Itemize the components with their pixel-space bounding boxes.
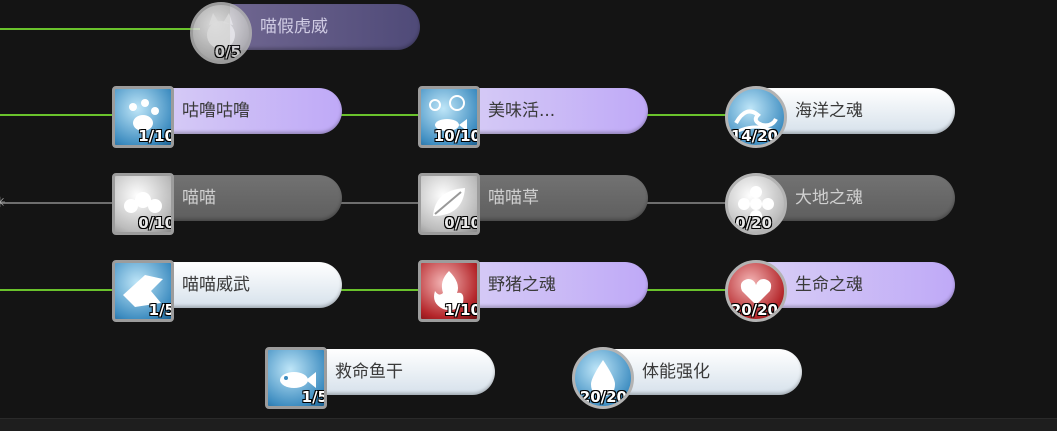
flame-boar-icon: 1/10 — [418, 260, 480, 322]
cat-face-icon: 0/5 — [190, 2, 252, 64]
skill-label: 大地之魂 — [795, 188, 863, 208]
skill-level: 0/10 — [138, 214, 174, 232]
connector-line — [0, 289, 120, 291]
skill-level: 0/20 — [735, 214, 772, 232]
connector-line — [330, 289, 430, 291]
skill-pill: 喵喵 — [152, 175, 342, 221]
skill-pill: 海洋之魂 — [765, 88, 955, 134]
connector-line — [0, 114, 120, 116]
skill-node-sheng-ming[interactable]: 生命之魂 20/20 — [725, 260, 957, 322]
skill-label: 喵喵草 — [488, 188, 539, 208]
skill-level: 1/5 — [301, 388, 327, 406]
connector-line — [640, 114, 735, 116]
connector-line — [0, 28, 200, 30]
cat-group-icon: 0/10 — [112, 173, 174, 235]
skill-pill: 喵喵草 — [458, 175, 648, 221]
sparkle-icon: ✳ — [0, 195, 6, 211]
skill-level: 0/10 — [444, 214, 480, 232]
skill-level: 1/10 — [444, 301, 480, 319]
skill-label: 野猪之魂 — [488, 275, 556, 295]
skill-label: 海洋之魂 — [795, 101, 863, 121]
roaring-cat-icon: 1/5 — [112, 260, 174, 322]
skill-pill: 喵喵威武 — [152, 262, 342, 308]
skill-label: 生命之魂 — [795, 275, 863, 295]
skill-node-da-di[interactable]: 大地之魂 0/20 — [725, 173, 957, 235]
skill-node-ye-zhu[interactable]: 野猪之魂 1/10 — [418, 260, 650, 322]
connector-line — [0, 202, 120, 204]
connector-line — [330, 114, 430, 116]
skill-level: 20/20 — [730, 301, 778, 319]
skill-pill: 救命鱼干 — [305, 349, 495, 395]
cat-paws-icon: 1/10 — [112, 86, 174, 148]
skill-level: 10/10 — [433, 127, 480, 145]
skill-label: 救命鱼干 — [335, 362, 403, 382]
skill-level: 1/10 — [138, 127, 174, 145]
connector-line — [330, 202, 430, 204]
skill-node-miao-jia-hu-wei[interactable]: 喵假虎威 0/5 — [190, 2, 420, 64]
skill-label: 喵假虎威 — [260, 17, 328, 37]
skill-node-miao-miao[interactable]: 喵喵 0/10 — [112, 173, 344, 235]
skill-node-miao-miao-cao[interactable]: 喵喵草 0/10 — [418, 173, 650, 235]
bottom-bar — [0, 418, 1057, 431]
skill-pill: 大地之魂 — [765, 175, 955, 221]
skill-pill: 野猪之魂 — [458, 262, 648, 308]
skill-node-ti-neng[interactable]: 体能强化 20/20 — [572, 347, 804, 409]
skill-pill: 体能强化 — [612, 349, 802, 395]
skill-node-gu-lu[interactable]: 咕噜咕噜 1/10 — [112, 86, 344, 148]
skill-node-mei-wei[interactable]: 美味活... 10/10 — [418, 86, 650, 148]
heart-icon: 20/20 — [725, 260, 787, 322]
skill-label: 喵喵 — [182, 188, 216, 208]
wave-icon: 14/20 — [725, 86, 787, 148]
skill-label: 体能强化 — [642, 362, 710, 382]
skill-node-hai-yang[interactable]: 海洋之魂 14/20 — [725, 86, 957, 148]
skill-node-miao-miao-wei-wu[interactable]: 喵喵威武 1/5 — [112, 260, 344, 322]
water-drop-icon: 20/20 — [572, 347, 634, 409]
skill-label: 喵喵威武 — [182, 275, 250, 295]
skill-pill: 美味活... — [458, 88, 648, 134]
flower-icon: 0/20 — [725, 173, 787, 235]
skill-level: 20/20 — [579, 388, 627, 406]
connector-line — [640, 202, 735, 204]
skill-level: 0/5 — [214, 43, 241, 61]
skill-pill: 咕噜咕噜 — [152, 88, 342, 134]
skill-node-jiu-ming-yu-gan[interactable]: 救命鱼干 1/5 — [265, 347, 497, 409]
skill-pill: 生命之魂 — [765, 262, 955, 308]
leaf-icon: 0/10 — [418, 173, 480, 235]
skill-label: 美味活... — [488, 101, 556, 121]
skill-pill: 喵假虎威 — [230, 4, 420, 50]
skill-level: 1/5 — [148, 301, 174, 319]
fish-bubbles-icon: 10/10 — [418, 86, 480, 148]
connector-line — [640, 289, 735, 291]
skill-label: 咕噜咕噜 — [182, 101, 250, 121]
skill-level: 14/20 — [730, 127, 778, 145]
dried-fish-icon: 1/5 — [265, 347, 327, 409]
